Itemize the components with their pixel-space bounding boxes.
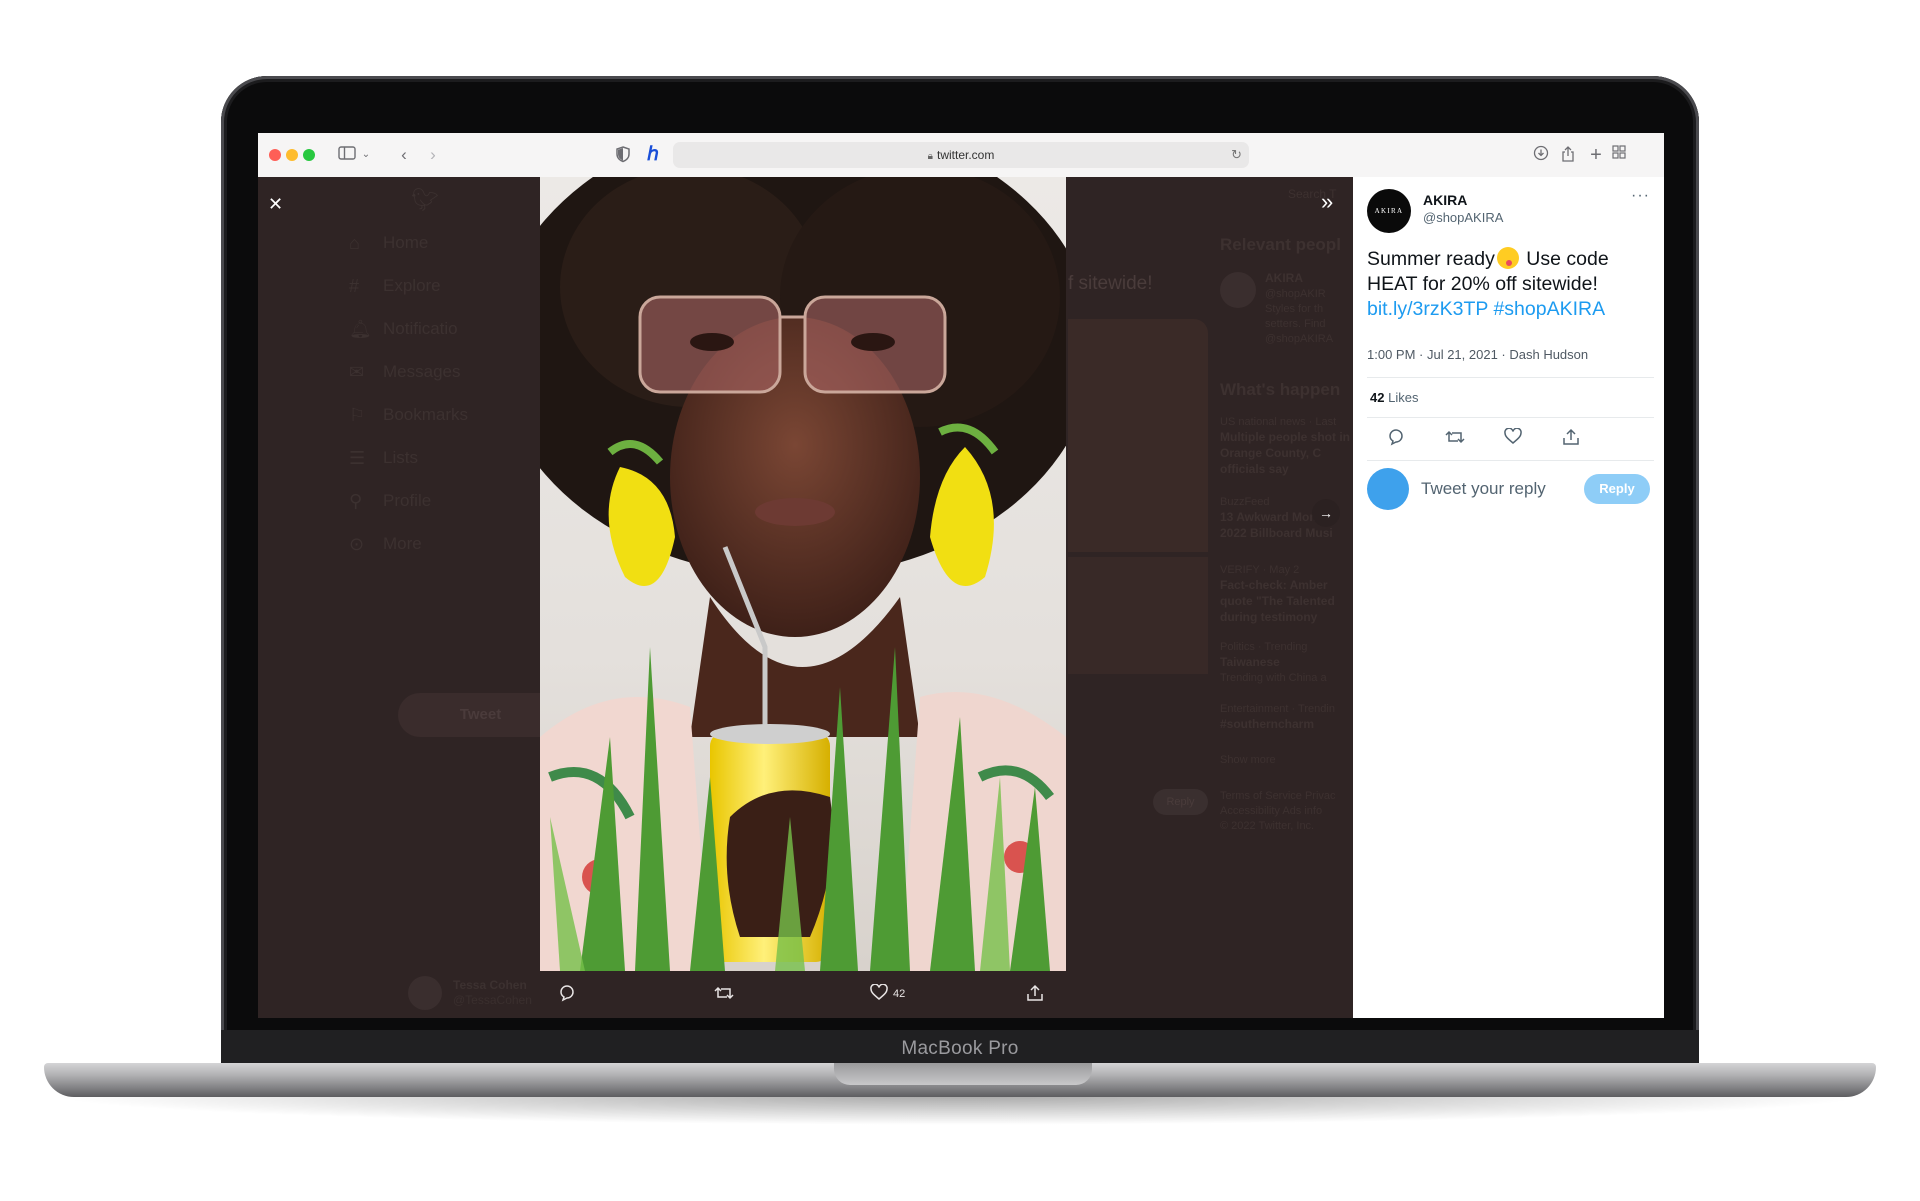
close-window-button[interactable]: [269, 149, 281, 161]
nav-home: ⌂ Home: [349, 233, 429, 253]
reload-icon[interactable]: ↻: [1231, 142, 1242, 168]
back-icon[interactable]: ‹: [394, 145, 414, 165]
account-avatar: [408, 976, 442, 1010]
chevron-down-icon[interactable]: ⌄: [356, 145, 376, 165]
tweet-image-thumb-2: [1068, 557, 1208, 674]
tweet-timestamp[interactable]: 1:00 PM · Jul 21, 2021 · Dash Hudson: [1367, 347, 1588, 362]
bookmark-icon: ⚐: [349, 405, 366, 425]
person-icon: ⚲: [349, 491, 363, 511]
divider: [1367, 377, 1654, 378]
lock-icon: 🔒︎: [927, 151, 933, 162]
minimize-window-button[interactable]: [286, 149, 298, 161]
author-handle[interactable]: @shopAKIRA: [1423, 210, 1503, 225]
reply-input[interactable]: Tweet your reply: [1421, 479, 1546, 499]
close-icon[interactable]: ✕: [268, 193, 283, 215]
nav-notifications: 🔔︎ Notificatio: [349, 319, 458, 339]
likes-stat[interactable]: 42 Likes: [1370, 390, 1418, 405]
privacy-shield-icon[interactable]: [615, 145, 635, 165]
tweet-detail-panel: AKIRA AKIRA @shopAKIRA ··· Summer ready …: [1353, 177, 1664, 1018]
relevant-people-heading: Relevant peopl: [1220, 235, 1341, 254]
nav-messages: ✉ Messages: [349, 362, 461, 382]
divider: [1367, 417, 1654, 418]
bell-icon: 🔔︎: [349, 319, 372, 339]
forward-icon[interactable]: ›: [423, 145, 443, 165]
trend-item: US national news · Last Multiple people s…: [1220, 416, 1350, 476]
reply-icon[interactable]: [1387, 428, 1405, 446]
browser-toolbar: ⌄ ‹ › ℎ 🔒︎ twitter.com ↻ +: [258, 133, 1664, 178]
whats-happening-heading: What's happen: [1220, 380, 1341, 399]
tweet-compose-button: Tweet: [398, 693, 563, 737]
twitter-logo-icon: 🐦︎: [411, 187, 439, 212]
tweet-link[interactable]: bit.ly/3rzK3TP: [1367, 298, 1488, 320]
nav-profile: ⚲ Profile: [349, 491, 432, 511]
nav-bookmarks: ⚐ Bookmarks: [349, 405, 469, 425]
trend-item: VERIFY · May 2 Fact-check: Amber quote "T…: [1220, 564, 1335, 624]
url-text: twitter.com: [936, 148, 995, 162]
nav-explore: # Explore: [349, 276, 441, 296]
laptop-brand-label: MacBook Pro: [901, 1038, 1019, 1059]
tweet-text: Summer ready Use code HEAT for 20% off s…: [1367, 247, 1609, 320]
home-icon: ⌂: [349, 233, 360, 253]
retweet-icon[interactable]: [1445, 428, 1465, 446]
retweet-icon[interactable]: [714, 984, 734, 1002]
account-name: Tessa Cohen: [453, 978, 527, 992]
collapse-panel-icon[interactable]: »: [1321, 191, 1333, 213]
address-bar[interactable]: 🔒︎ twitter.com ↻: [673, 142, 1249, 168]
screen: ⌄ ‹ › ℎ 🔒︎ twitter.com ↻ + 🐦︎ ⌂ Home # Expl…: [258, 133, 1664, 1018]
author-avatar[interactable]: AKIRA: [1367, 189, 1411, 233]
laptop-notch: [834, 1063, 1092, 1085]
account-handle: @TessaCohen: [453, 993, 532, 1007]
mail-icon: ✉: [349, 362, 365, 382]
nav-more: ⊙ More: [349, 534, 422, 554]
hashtag-icon: #: [349, 276, 360, 296]
yum-emoji-icon: [1496, 247, 1519, 269]
list-icon: ☰: [349, 448, 366, 468]
zoom-window-button[interactable]: [303, 149, 315, 161]
like-count: 42: [893, 988, 906, 1000]
divider: [1367, 460, 1654, 461]
laptop-shadow: [44, 1095, 1876, 1125]
share-icon[interactable]: [1562, 428, 1580, 446]
share-icon[interactable]: [1560, 145, 1580, 165]
sidebar-toggle-icon[interactable]: [338, 145, 358, 165]
trend-item: Entertainment · Trendin #southerncharm: [1220, 703, 1335, 731]
relevant-person: AKIRA @shopAKIR Styles for th setters. F…: [1265, 271, 1334, 345]
like-icon[interactable]: [870, 984, 888, 1001]
tweet-text-partial: f sitewide!: [1068, 273, 1153, 294]
media-actions-bar: 42: [540, 971, 1066, 1018]
relevant-avatar: [1220, 272, 1256, 308]
background-reply-button: Reply: [1153, 789, 1208, 815]
tweet-hashtag[interactable]: #shopAKIRA: [1493, 298, 1605, 320]
footer-links: Terms of Service Privac Accessibility Ads…: [1220, 790, 1336, 832]
more-options-icon[interactable]: ···: [1631, 187, 1650, 205]
reply-icon[interactable]: [558, 984, 576, 1002]
like-icon[interactable]: [1504, 428, 1522, 445]
share-icon[interactable]: [1026, 984, 1044, 1002]
author-name[interactable]: AKIRA: [1423, 192, 1467, 208]
nav-lists: ☰ Lists: [349, 448, 418, 468]
downloads-icon[interactable]: [1533, 145, 1553, 165]
next-image-arrow-icon[interactable]: →: [1312, 499, 1340, 527]
show-more-link: Show more: [1220, 754, 1276, 766]
honey-extension-icon[interactable]: ℎ: [643, 145, 663, 165]
current-user-avatar: [1367, 468, 1409, 510]
tweet-image-thumb-1: [1068, 319, 1208, 552]
more-circle-icon: ⊙: [349, 534, 365, 554]
trend-item: Politics · Trending Taiwanese Trending wit…: [1220, 641, 1327, 684]
tab-overview-icon[interactable]: [1612, 145, 1632, 165]
reply-button[interactable]: Reply: [1584, 474, 1650, 504]
new-tab-icon[interactable]: +: [1586, 145, 1606, 165]
tweet-photo[interactable]: [540, 177, 1066, 971]
